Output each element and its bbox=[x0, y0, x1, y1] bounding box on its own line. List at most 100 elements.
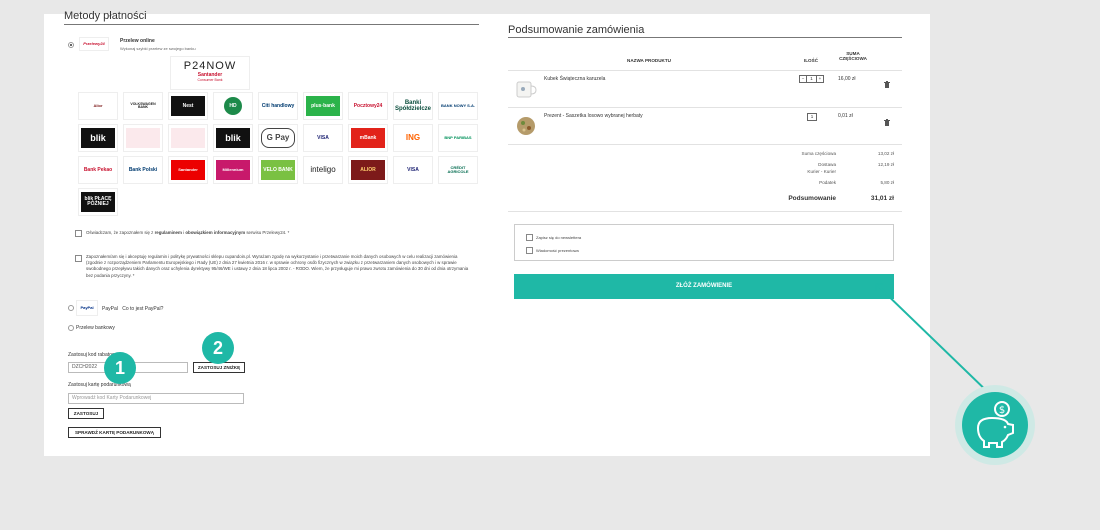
paypal-info-link[interactable]: Co to jest PayPal? bbox=[122, 306, 163, 312]
bank-logo-label: HD bbox=[224, 97, 242, 115]
bank-logo-label: G Pay bbox=[261, 128, 295, 148]
bank-tile[interactable]: BANK NOWY S.A. bbox=[438, 92, 478, 120]
bank-tile[interactable]: Citi handlowy bbox=[258, 92, 298, 120]
bank-logo-label: Bank Pekao bbox=[83, 166, 113, 173]
checkout-page: Metody płatności Przelewy24 Przelew onli… bbox=[44, 10, 930, 456]
bank-tile[interactable]: CRÉDIT AGRICOLE bbox=[438, 156, 478, 184]
giftcard-code-input[interactable]: Wprowadź kod Karty Podarunkowej bbox=[68, 393, 244, 404]
bank-tile[interactable]: VELO BANK bbox=[258, 156, 298, 184]
apply-giftcard-button[interactable]: ZASTOSUJ bbox=[68, 408, 104, 419]
terms-p24-pre: Oświadczam, że zapoznałem się z bbox=[86, 230, 155, 235]
bank-transfer-label: Przelew bankowy bbox=[76, 325, 115, 331]
bank-tile[interactable]: Nest bbox=[168, 92, 208, 120]
order-options-box bbox=[514, 224, 894, 261]
trash-icon[interactable] bbox=[884, 75, 890, 93]
bank-tile[interactable]: ING bbox=[393, 124, 433, 152]
bank-logo-label: Millennium bbox=[216, 160, 250, 180]
radio-online-transfer[interactable] bbox=[68, 42, 74, 48]
gift-message-label: Wiadomość prezentowa bbox=[536, 248, 579, 253]
tea-sachet-icon bbox=[517, 117, 535, 135]
tax-value: 5,80 zł bbox=[880, 180, 894, 185]
bank-tile[interactable] bbox=[168, 124, 208, 152]
przelewy24-logo: Przelewy24 bbox=[79, 37, 109, 51]
bank-tile[interactable]: VISA bbox=[393, 156, 433, 184]
step-badge-1: 1 bbox=[104, 352, 136, 384]
bank-tile[interactable]: blik bbox=[78, 124, 118, 152]
p24now-tile[interactable]: P24NOW Santander Consumer Bank bbox=[170, 56, 250, 90]
qty-value[interactable]: 1 bbox=[807, 75, 816, 83]
delivery-value: 12,19 zł bbox=[877, 162, 894, 167]
paypal-logo: PayPal bbox=[76, 300, 98, 316]
bank-tile[interactable]: Bank Polski bbox=[123, 156, 163, 184]
radio-bank-transfer[interactable] bbox=[68, 325, 74, 331]
bank-tile[interactable]: inteligo bbox=[303, 156, 343, 184]
trash-icon[interactable] bbox=[884, 113, 890, 131]
delivery-label: Dostawa bbox=[818, 162, 836, 167]
items-end-rule bbox=[508, 144, 902, 145]
online-transfer-title: Przelew online bbox=[120, 38, 155, 44]
p24now-brand: P24NOW bbox=[183, 60, 237, 72]
bank-logo-label: Alior bbox=[93, 103, 103, 108]
mug-icon bbox=[516, 81, 537, 98]
col-product-name: NAZWA PRODUKTU bbox=[627, 58, 671, 63]
bank-logo-label: Bank Polski bbox=[128, 166, 158, 173]
bank-tile[interactable]: blik bbox=[213, 124, 253, 152]
item-divider bbox=[508, 107, 902, 108]
bank-logo-label: Citi handlowy bbox=[261, 102, 295, 109]
terms-p24-regulamin-link[interactable]: regulaminem bbox=[155, 230, 182, 235]
totals-end-rule bbox=[508, 211, 902, 212]
col-subtotal: SUMA CZĘŚCIOWA bbox=[839, 51, 867, 61]
online-transfer-subtitle: Wykonaj szybki przelew ze swojego banku bbox=[120, 46, 196, 51]
bank-tile[interactable]: Pocztowy24 bbox=[348, 92, 388, 120]
check-giftcard-button[interactable]: SPRAWDŹ KARTĘ PODARUNKOWĄ bbox=[68, 427, 161, 438]
product-image-tea bbox=[514, 114, 538, 138]
bank-tile[interactable]: Alior bbox=[78, 92, 118, 120]
radio-paypal[interactable] bbox=[68, 305, 74, 311]
qty-stepper[interactable]: − 1 + bbox=[799, 75, 825, 83]
newsletter-checkbox[interactable] bbox=[526, 234, 533, 241]
bank-logo-label: ING bbox=[405, 133, 421, 142]
bank-tile[interactable] bbox=[123, 124, 163, 152]
tax-label: Podatek bbox=[819, 180, 836, 185]
terms-p24-text: Oświadczam, że zapoznałem się z regulami… bbox=[86, 230, 476, 236]
bank-tile[interactable]: plus◦bank bbox=[303, 92, 343, 120]
qty-decrease-button[interactable]: − bbox=[799, 75, 807, 83]
bank-tile[interactable]: BNP PARIBAS bbox=[438, 124, 478, 152]
bank-tile[interactable]: Millennium bbox=[213, 156, 253, 184]
bank-tile[interactable]: VISA bbox=[303, 124, 343, 152]
bank-logo-label: ALIOR bbox=[351, 160, 385, 180]
bank-logo-label: mBank bbox=[351, 128, 385, 148]
item-name[interactable]: Prezent - Saszetka losowo wybranej herba… bbox=[544, 113, 643, 119]
bank-tile[interactable]: blik PŁACĘ PÓŹNIEJ bbox=[78, 188, 118, 216]
privacy-consent-checkbox[interactable] bbox=[75, 255, 82, 262]
bank-tile[interactable]: mBank bbox=[348, 124, 388, 152]
bank-logo-label: VISA bbox=[317, 134, 329, 141]
total-label: Podsumowanie bbox=[788, 195, 836, 202]
bank-logo-label: Nest bbox=[171, 96, 205, 116]
privacy-consent-text: Zapoznałem/am się i akceptuję regulamin … bbox=[86, 254, 469, 278]
terms-p24-checkbox[interactable] bbox=[75, 230, 82, 237]
bank-tile[interactable]: Bank Pekao bbox=[78, 156, 118, 184]
subtotal-label: Suma częściowa bbox=[801, 151, 836, 156]
bank-tile[interactable]: VOLKSWAGEN BANK bbox=[123, 92, 163, 120]
bank-logo-label: inteligo bbox=[310, 165, 336, 174]
total-value: 31,01 zł bbox=[870, 195, 894, 202]
step-badge-2: 2 bbox=[202, 332, 234, 364]
bank-tile[interactable]: Santander bbox=[168, 156, 208, 184]
bank-logo-label: blik PŁACĘ PÓŹNIEJ bbox=[81, 192, 115, 212]
payment-title-rule bbox=[64, 24, 479, 25]
payment-methods-title: Metody płatności bbox=[64, 10, 147, 22]
bank-logo-label bbox=[126, 128, 160, 148]
bank-logo-label: blik bbox=[81, 128, 115, 148]
paypal-label: PayPal bbox=[102, 306, 118, 312]
bank-tile[interactable]: G Pay bbox=[258, 124, 298, 152]
gift-message-checkbox[interactable] bbox=[526, 247, 533, 254]
bank-tile[interactable]: ALIOR bbox=[348, 156, 388, 184]
item-name[interactable]: Kubek Świąteczna karuzela bbox=[544, 76, 605, 82]
newsletter-label: Zapisz się do newslettera bbox=[536, 235, 582, 240]
bank-tile[interactable]: Banki Spółdzielcze bbox=[393, 92, 433, 120]
place-order-button[interactable]: ZŁÓŻ ZAMÓWIENIE bbox=[514, 274, 894, 299]
terms-p24-obowiazek-link[interactable]: obowiązkiem informacyjnym bbox=[185, 230, 245, 235]
bank-tile[interactable]: HD bbox=[213, 92, 253, 120]
qty-increase-button[interactable]: + bbox=[816, 75, 824, 83]
